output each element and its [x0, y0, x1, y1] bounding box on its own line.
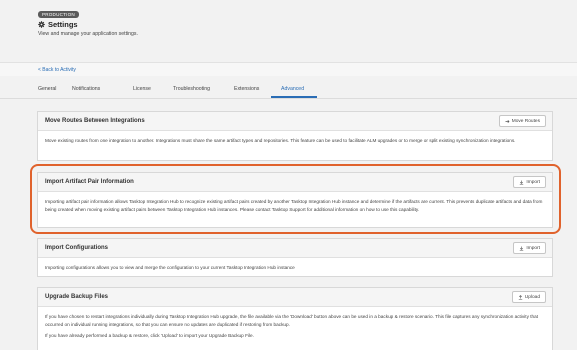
import-configurations-button[interactable]: Import: [513, 242, 546, 254]
tab-notifications[interactable]: Notifications: [72, 86, 100, 92]
page-title: Settings: [48, 20, 78, 29]
environment-badge: PRODUCTION: [38, 11, 79, 18]
move-icon: [505, 119, 510, 123]
card-title: Import Configurations: [45, 245, 108, 251]
gear-icon: [38, 21, 45, 28]
back-to-activity-link[interactable]: < Back to Activity: [38, 67, 76, 73]
card-body: Importing configurations allows you to v…: [45, 265, 295, 270]
move-routes-button[interactable]: Move Routes: [498, 115, 546, 127]
tab-troubleshooting[interactable]: Troubleshooting: [173, 86, 210, 92]
tab-advanced[interactable]: Advanced: [281, 86, 304, 92]
card-header: Import Configurations Import: [38, 239, 552, 258]
import-icon: [520, 246, 524, 251]
upload-icon: [518, 294, 523, 300]
move-routes-card: Move Routes Between Integrations Move Ro…: [37, 111, 553, 161]
tab-extensions[interactable]: Extensions: [234, 86, 259, 92]
page-subtitle: View and manage your application setting…: [38, 31, 138, 37]
card-title: Upgrade Backup Files: [45, 294, 109, 300]
import-button-label: Import: [526, 245, 540, 251]
active-tab-indicator: [271, 96, 317, 98]
breadcrumb-bar: < Back to Activity: [0, 62, 577, 76]
settings-tabs: General Notifications License Troublesho…: [0, 79, 577, 99]
tab-license[interactable]: License: [133, 86, 151, 92]
card-body: If you have chosen to restart integratio…: [38, 307, 552, 345]
title-row: Settings: [38, 20, 78, 29]
card-header: Move Routes Between Integrations Move Ro…: [38, 112, 552, 131]
page-header: PRODUCTION Settings View and manage your…: [0, 0, 577, 52]
card-header: Upgrade Backup Files Upload: [38, 288, 552, 307]
card-title: Move Routes Between Integrations: [45, 118, 145, 124]
card-paragraph: If you have chosen to restart integratio…: [45, 314, 539, 327]
move-routes-button-label: Move Routes: [511, 118, 540, 124]
upgrade-backup-card: Upgrade Backup Files Upload If you have …: [37, 287, 553, 350]
upload-button-label: Upload: [524, 294, 540, 300]
card-paragraph: If you have already performed a backup &…: [45, 332, 254, 338]
upload-button[interactable]: Upload: [511, 291, 546, 303]
tab-general[interactable]: General: [38, 86, 56, 92]
card-body: Move existing routes from one integratio…: [45, 138, 516, 143]
highlight-outline: [30, 164, 561, 234]
import-configurations-card: Import Configurations Import Importing c…: [37, 238, 553, 277]
